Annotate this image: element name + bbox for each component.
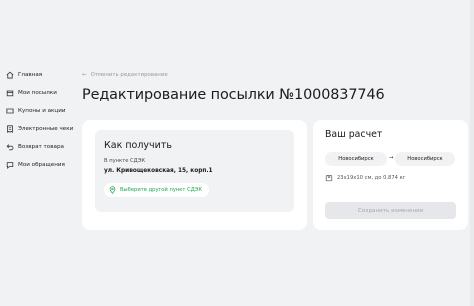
- calculation-card: Ваш расчет Новосибирск → Новосибирск 23x…: [313, 120, 468, 230]
- sidebar-item-label: Купоны и акции: [18, 108, 66, 114]
- delivery-panel: Как получить В пункте СДЭК ул. Кривощеко…: [95, 130, 294, 212]
- delivery-address: ул. Кривощековская, 15, корп.1: [104, 168, 213, 174]
- sidebar-item-label: Возврат товара: [18, 144, 64, 150]
- coupon-icon: [5, 107, 14, 116]
- choose-pickup-point-label: Выберите другой пункт СДЭК: [120, 187, 203, 193]
- sidebar-item-returns[interactable]: Возврат товара: [0, 138, 80, 156]
- sidebar-item-label: Главная: [18, 72, 43, 78]
- calculation-heading: Ваш расчет: [325, 129, 383, 140]
- from-city-chip: Новосибирск: [325, 152, 387, 166]
- return-icon: [5, 143, 14, 152]
- location-pin-icon: [109, 186, 116, 195]
- arrow-left-icon: ←: [82, 72, 87, 78]
- right-edge-divider: [470, 0, 474, 306]
- parcel-info: 23x19x10 см, до 0.874 кг: [325, 174, 405, 182]
- sidebar-item-coupons[interactable]: Купоны и акции: [0, 102, 80, 120]
- home-icon: [5, 71, 14, 80]
- sidebar-item-home[interactable]: Главная: [0, 66, 80, 84]
- sidebar-item-label: Электронные чеки: [18, 126, 74, 132]
- sidebar-item-parcels[interactable]: Мои посылки: [0, 84, 80, 102]
- sidebar: Главная Мои посылки Купоны и акции Элект…: [0, 66, 80, 174]
- parcels-icon: [5, 89, 14, 98]
- parcel-dimensions: 23x19x10 см, до 0.874 кг: [337, 175, 406, 181]
- chat-icon: [5, 161, 14, 170]
- arrow-right-icon: →: [388, 155, 394, 161]
- sidebar-item-receipts[interactable]: Электронные чеки: [0, 120, 80, 138]
- sidebar-item-label: Мои посылки: [18, 90, 57, 96]
- sidebar-item-label: Мои обращения: [18, 162, 65, 168]
- delivery-method: В пункте СДЭК: [104, 158, 146, 164]
- page-title: Редактирование посылки №1000837746: [82, 87, 385, 103]
- receipt-icon: [5, 125, 14, 134]
- to-city-chip: Новосибирск: [395, 152, 455, 166]
- box-icon: [325, 174, 333, 182]
- delivery-card: Как получить В пункте СДЭК ул. Кривощеко…: [82, 120, 307, 230]
- cancel-edit-link[interactable]: ← Отменить редактирование: [82, 72, 168, 78]
- cancel-edit-label: Отменить редактирование: [90, 72, 168, 78]
- save-changes-button[interactable]: Сохранить изменения: [325, 202, 456, 219]
- top-band: [0, 0, 474, 46]
- delivery-heading: Как получить: [104, 140, 172, 151]
- choose-pickup-point-button[interactable]: Выберите другой пункт СДЭК: [104, 183, 210, 197]
- sidebar-item-requests[interactable]: Мои обращения: [0, 156, 80, 174]
